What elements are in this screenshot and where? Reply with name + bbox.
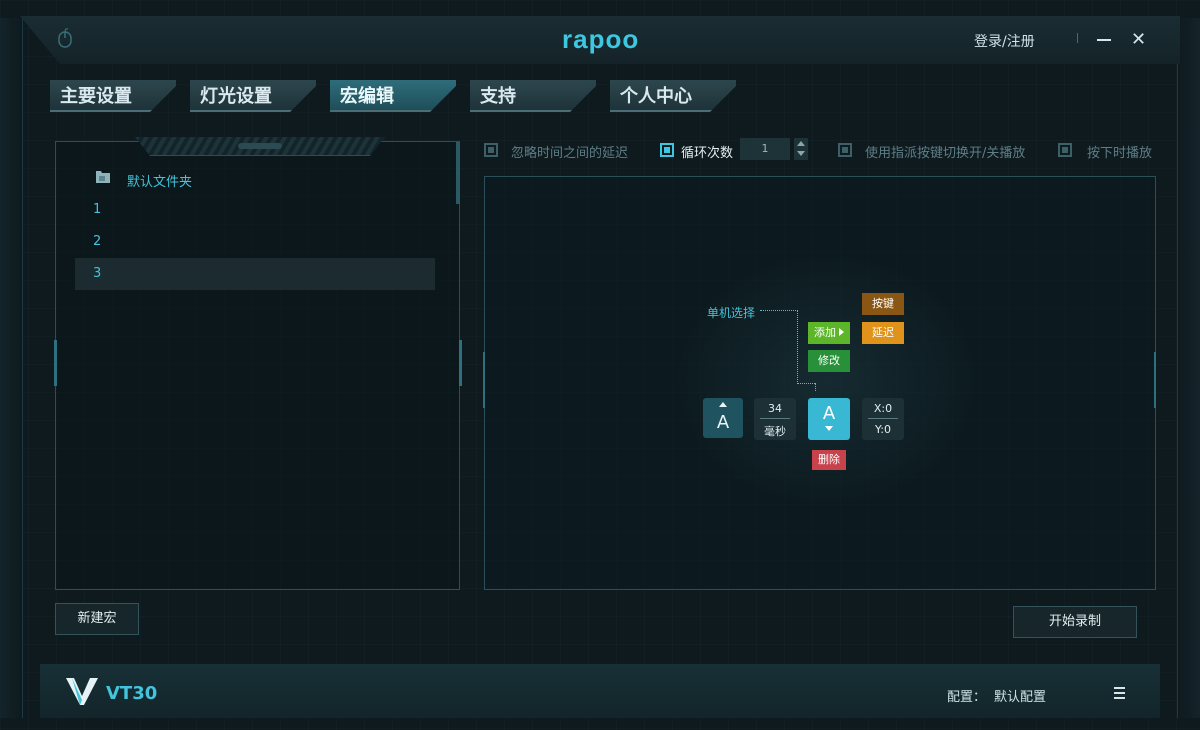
add-button[interactable]: 添加 [808,322,850,344]
editor-glow [672,250,982,510]
status-bar [40,664,1160,718]
macro-list-scrollbar[interactable] [456,142,460,204]
divider [760,418,790,419]
start-record-button[interactable]: 开始录制 [1013,606,1137,638]
panel-edge-mark [1154,352,1156,408]
arrow-down-icon [825,426,833,431]
spinner-down-icon[interactable] [797,151,805,156]
hold-play-label: 按下时播放 [1087,146,1153,161]
click-select-hint: 单机选择 [707,306,756,320]
play-right-icon [839,328,844,336]
mouse-position-event[interactable]: X:0 Y:0 [862,398,904,440]
macro-item[interactable]: 1 [75,194,435,226]
macro-item[interactable]: 2 [75,226,435,258]
panel-edge-mark [54,340,57,386]
ignore-delay-label: 忽略时间之间的延迟 [511,146,629,161]
delay-event[interactable]: 34 毫秒 [754,398,796,440]
arrow-up-icon [719,402,727,407]
minimize-icon[interactable] [1097,39,1111,41]
new-macro-button[interactable]: 新建宏 [55,603,139,635]
titlebar-separator [1077,33,1078,43]
divider [868,418,898,419]
panel-edge-mark [459,340,462,386]
toggle-key-checkbox[interactable] [838,143,852,157]
key-down-event-selected[interactable]: A [808,398,850,440]
hint-connector [797,383,815,384]
mouse-icon [58,28,72,48]
folder-icon [96,171,110,183]
close-icon[interactable]: ✕ [1131,30,1146,50]
panel-edge-mark [483,352,485,408]
hold-play-checkbox[interactable] [1058,143,1072,157]
config-selector[interactable]: 默认配置 [994,686,1046,705]
delete-button[interactable]: 删除 [812,450,846,470]
insert-delay-button[interactable]: 延迟 [862,322,904,344]
hint-connector [815,383,816,391]
left-bevel [0,18,23,718]
menu-icon[interactable] [1114,687,1125,699]
spinner-up-icon[interactable] [797,141,805,146]
key-up-event[interactable]: A [703,398,743,438]
hint-connector [797,310,798,384]
default-folder[interactable]: 默认文件夹 [127,171,192,190]
login-link[interactable]: 登录/注册 [974,31,1035,51]
loop-count-spinner[interactable] [794,138,808,160]
device-model: VT30 [106,683,158,704]
ignore-delay-checkbox[interactable] [484,143,498,157]
toggle-key-label: 使用指派按键切换开/关播放 [865,146,1026,161]
loop-count-input[interactable]: 1 [740,138,790,160]
right-bevel [1177,18,1200,718]
loop-count-checkbox[interactable] [660,143,674,157]
loop-count-label: 循环次数 [681,146,734,161]
macro-item-selected[interactable]: 3 [75,258,435,290]
modify-button[interactable]: 修改 [808,350,850,372]
vt-logo-icon [66,678,98,705]
panel-header-pill [238,143,282,149]
brand-logo: rapoo [562,24,640,54]
hint-connector [760,310,798,311]
insert-key-button[interactable]: 按键 [862,293,904,315]
config-label: 配置： [947,690,987,705]
